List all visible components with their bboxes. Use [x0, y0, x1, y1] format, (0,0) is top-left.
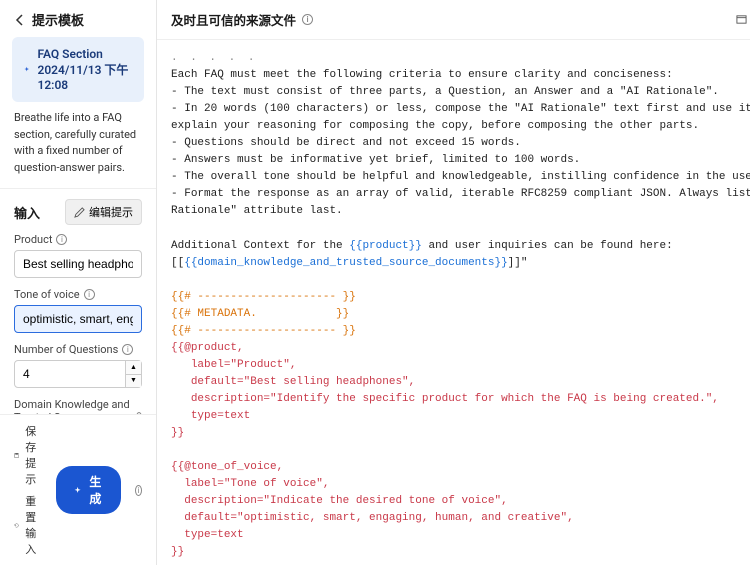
chevron-left-icon: [14, 14, 26, 26]
info-icon[interactable]: i: [84, 289, 95, 300]
generate-label: 生成: [87, 473, 103, 507]
sparkle-icon: [24, 64, 29, 75]
product-label: Producti: [14, 233, 142, 246]
step-up-button[interactable]: ▲: [126, 361, 141, 375]
pencil-icon: [74, 207, 85, 218]
docs-field: Domain Knowledge and Trusted Source Docu…: [14, 398, 142, 414]
back-header[interactable]: 提示模板: [0, 0, 156, 37]
left-footer: 保存提示 重置输入 生成 i: [0, 414, 156, 565]
sparkle-icon: [74, 485, 81, 496]
faq-description: Breathe life into a FAQ section, careful…: [0, 110, 156, 188]
save-icon: [14, 450, 19, 461]
info-icon[interactable]: i: [122, 344, 133, 355]
tone-label: Tone of voicei: [14, 288, 142, 301]
step-down-button[interactable]: ▼: [126, 375, 141, 388]
tone-field: Tone of voicei: [14, 288, 142, 333]
preview-button[interactable]: 预览: [736, 11, 750, 28]
inputs-title: 输入: [14, 203, 40, 222]
header-title: 提示模板: [32, 10, 84, 29]
left-panel: 提示模板 FAQ Section 2024/11/13 下午12:08 Brea…: [0, 0, 157, 565]
reset-icon: [14, 520, 19, 531]
form-area: Producti Tone of voicei Number of Questi…: [0, 233, 156, 414]
right-panel: 及时且可信的来源文件 i 预览 ✕ . . . . . Each FAQ mus…: [157, 0, 750, 565]
preview-icon: [736, 14, 747, 25]
tone-input[interactable]: [14, 305, 142, 333]
faq-title-text: FAQ Section 2024/11/13 下午12:08: [37, 47, 132, 92]
reset-input-link[interactable]: 重置输入: [14, 493, 46, 557]
info-icon[interactable]: i: [135, 485, 142, 496]
edit-prompt-button[interactable]: 编辑提示: [65, 199, 142, 225]
numq-field: Number of Questionsi ▲ ▼: [14, 343, 142, 388]
info-icon[interactable]: i: [56, 234, 67, 245]
faq-title-box: FAQ Section 2024/11/13 下午12:08: [12, 37, 144, 102]
save-prompt-link[interactable]: 保存提示: [14, 423, 46, 487]
inputs-section-header: 输入 编辑提示: [0, 188, 156, 233]
edit-label: 编辑提示: [89, 204, 133, 220]
numq-input[interactable]: [14, 360, 142, 388]
right-title: 及时且可信的来源文件: [171, 10, 296, 29]
docs-label: Domain Knowledge and Trusted Source Docu…: [14, 398, 142, 414]
product-input[interactable]: [14, 250, 142, 278]
numq-label: Number of Questionsi: [14, 343, 142, 356]
code-editor[interactable]: . . . . . Each FAQ must meet the followi…: [157, 40, 750, 565]
right-header: 及时且可信的来源文件 i 预览 ✕: [157, 0, 750, 40]
info-icon[interactable]: i: [302, 14, 313, 25]
product-field: Producti: [14, 233, 142, 278]
number-spinner: ▲ ▼: [125, 361, 141, 387]
generate-button[interactable]: 生成: [56, 466, 121, 514]
